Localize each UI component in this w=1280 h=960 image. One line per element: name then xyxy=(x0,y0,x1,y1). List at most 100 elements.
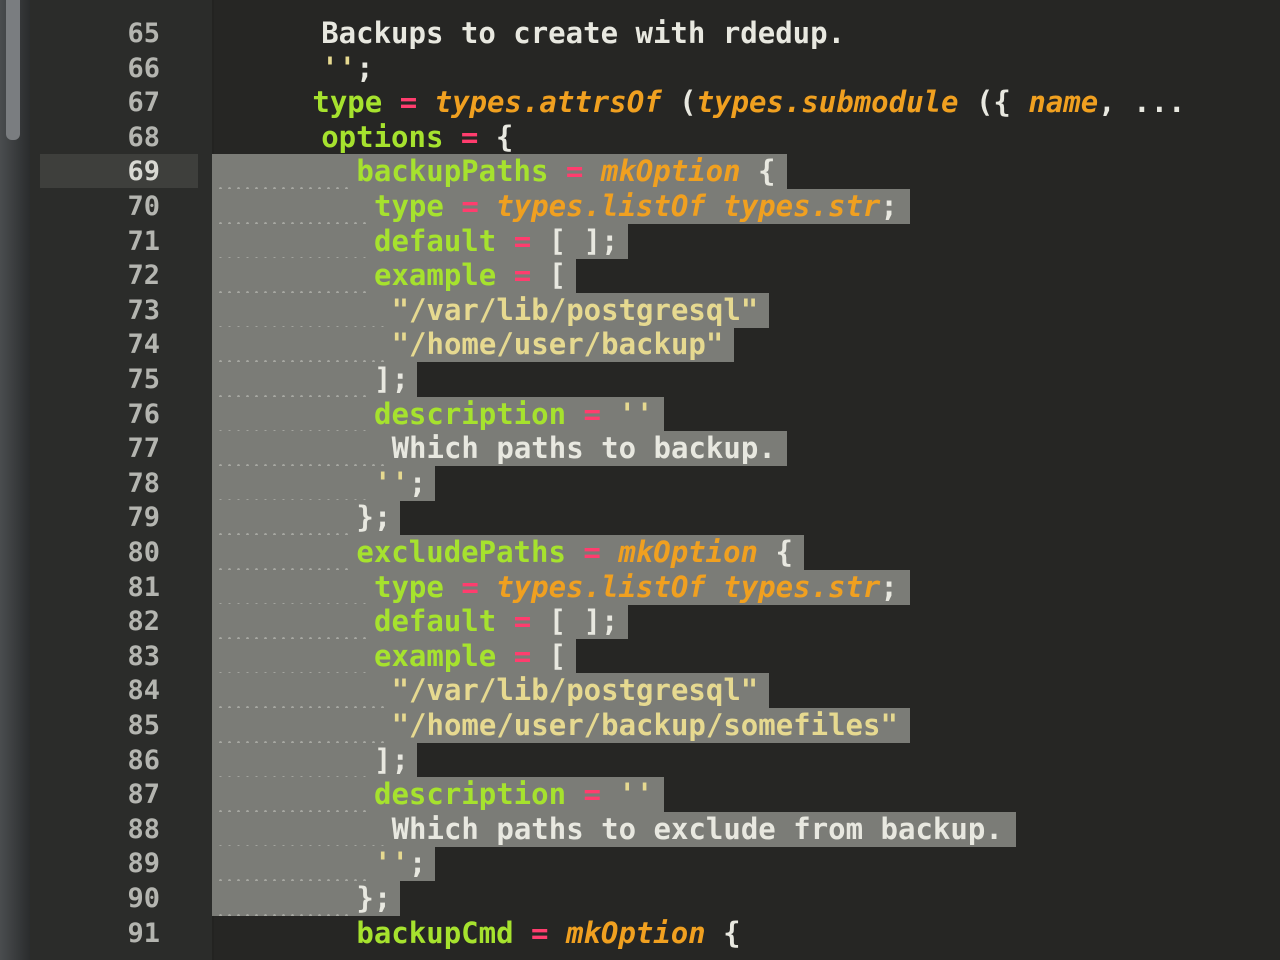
code-text[interactable]: options = { xyxy=(321,120,513,155)
code-text[interactable]: ''; xyxy=(374,846,426,881)
whitespace-dots xyxy=(216,777,368,813)
code-line[interactable]: 67 type = types.attrsOf (types.submodule … xyxy=(0,85,1280,120)
whitespace-dots xyxy=(216,846,368,882)
code-text[interactable]: "/home/user/backup" xyxy=(392,327,724,362)
whitespace-dots xyxy=(216,604,368,640)
code-line[interactable]: 72 example = [ xyxy=(0,258,1280,294)
whitespace-dots xyxy=(216,465,368,501)
line-number: 69 xyxy=(127,156,160,188)
code-text[interactable]: Which paths to backup. xyxy=(392,431,776,466)
code-text[interactable]: Backups to create with rdedup. xyxy=(321,16,845,51)
code-line[interactable]: 85 "/home/user/backup/somefiles" xyxy=(0,708,1280,743)
code-line[interactable]: 83 example = [ xyxy=(0,638,1280,674)
whitespace-dots xyxy=(216,362,368,397)
line-number: 78 xyxy=(127,467,160,499)
code-line[interactable]: 75]; xyxy=(0,362,1280,397)
code-text[interactable]: backupPaths = mkOption { xyxy=(356,154,775,189)
code-line[interactable]: 86]; xyxy=(0,742,1280,778)
code-text[interactable]: ''; xyxy=(321,51,373,86)
line-number: 79 xyxy=(127,502,160,534)
code-line[interactable]: 80 excludePaths = mkOption { xyxy=(0,535,1280,570)
code-text[interactable]: backupCmd = mkOption { xyxy=(356,916,740,951)
code-line[interactable]: 76 description = '' xyxy=(0,396,1280,432)
code-text[interactable]: description = '' xyxy=(374,397,653,432)
whitespace-dots xyxy=(216,396,368,432)
code-line[interactable]: 81 type = types.listOf types.str; xyxy=(0,569,1280,605)
code-text[interactable]: "/var/lib/postgresql" xyxy=(392,293,759,328)
line-number: 86 xyxy=(127,744,160,776)
code-line[interactable]: 90}; xyxy=(0,881,1280,916)
code-text[interactable]: type = types.listOf types.str; xyxy=(374,570,898,605)
code-line[interactable]: 91 backupCmd = mkOption { xyxy=(0,916,1280,951)
code-line[interactable]: 71 default = [ ]; xyxy=(0,223,1280,259)
whitespace-dots xyxy=(216,258,368,294)
line-number: 91 xyxy=(127,917,160,949)
code-line[interactable]: 66 ''; xyxy=(0,51,1280,86)
line-number: 87 xyxy=(127,779,160,811)
line-number: 73 xyxy=(127,294,160,326)
code-line[interactable]: 79}; xyxy=(0,500,1280,536)
whitespace-dots xyxy=(216,500,351,536)
whitespace-dots xyxy=(216,189,368,224)
code-line[interactable]: 77 Which paths to backup. xyxy=(0,431,1280,467)
line-number: 81 xyxy=(127,571,160,603)
whitespace-dots xyxy=(216,327,386,363)
whitespace-dots xyxy=(216,811,386,847)
line-number: 65 xyxy=(127,18,160,49)
code-line[interactable]: 78 ''; xyxy=(0,465,1280,501)
line-number: 83 xyxy=(127,640,160,672)
code-line[interactable]: 84 "/var/lib/postgresql" xyxy=(0,673,1280,709)
code-text[interactable]: ''; xyxy=(374,466,426,501)
code-line[interactable]: 74 "/home/user/backup" xyxy=(0,327,1280,363)
code-line[interactable]: 65 Backups to create with rdedup. xyxy=(0,16,1280,51)
whitespace-dots xyxy=(216,431,386,467)
code-line[interactable]: 70 type = types.listOf types.str; xyxy=(0,189,1280,224)
whitespace-dots xyxy=(216,292,386,328)
code-line[interactable]: 69 backupPaths = mkOption { xyxy=(0,154,1280,190)
code-line[interactable]: 87 description = '' xyxy=(0,777,1280,813)
code-text[interactable]: type = types.attrsOf (types.submodule ({… xyxy=(312,85,1185,120)
line-number: 72 xyxy=(127,260,160,292)
line-number: 76 xyxy=(127,398,160,430)
code-text[interactable]: "/home/user/backup/somefiles" xyxy=(392,708,898,743)
whitespace-dots xyxy=(216,638,368,674)
line-number: 68 xyxy=(127,121,160,153)
line-number: 66 xyxy=(127,52,160,84)
line-number: 77 xyxy=(127,433,160,465)
line-number: 70 xyxy=(127,191,160,222)
code-line[interactable]: 68 options = { xyxy=(0,120,1280,155)
code-text[interactable]: "/var/lib/postgresql" xyxy=(392,673,759,708)
code-text[interactable]: default = [ ]; xyxy=(374,224,618,259)
line-number: 89 xyxy=(127,848,160,880)
whitespace-dots xyxy=(216,673,386,709)
code-text[interactable]: excludePaths = mkOption { xyxy=(356,535,793,570)
line-number: 82 xyxy=(127,606,160,638)
code-text[interactable]: }; xyxy=(356,500,391,535)
whitespace-dots xyxy=(216,569,368,605)
whitespace-dots xyxy=(216,708,386,743)
code-text[interactable]: ]; xyxy=(374,362,409,397)
code-text[interactable]: type = types.listOf types.str; xyxy=(374,189,898,224)
line-number: 88 xyxy=(127,813,160,845)
line-number: 74 xyxy=(127,329,160,361)
line-number: 80 xyxy=(127,537,160,568)
whitespace-dots xyxy=(216,535,351,570)
code-text[interactable]: Which paths to exclude from backup. xyxy=(392,812,1003,847)
code-line[interactable]: 89 ''; xyxy=(0,846,1280,882)
code-text[interactable]: default = [ ]; xyxy=(374,604,618,639)
line-number: 67 xyxy=(127,87,160,119)
code-line[interactable]: 73 "/var/lib/postgresql" xyxy=(0,292,1280,328)
code-text[interactable]: }; xyxy=(356,881,391,916)
whitespace-dots xyxy=(216,742,368,778)
code-text[interactable]: example = [ xyxy=(374,258,566,293)
line-number: 84 xyxy=(127,675,160,707)
whitespace-dots xyxy=(216,154,351,190)
line-number: 75 xyxy=(127,364,160,395)
code-text[interactable]: ]; xyxy=(374,743,409,778)
code-line[interactable]: 82 default = [ ]; xyxy=(0,604,1280,640)
code-text[interactable]: description = '' xyxy=(374,777,653,812)
code-text[interactable]: example = [ xyxy=(374,639,566,674)
code-line[interactable]: 88 Which paths to exclude from backup. xyxy=(0,811,1280,847)
whitespace-dots xyxy=(216,881,351,916)
line-number: 85 xyxy=(127,710,160,741)
